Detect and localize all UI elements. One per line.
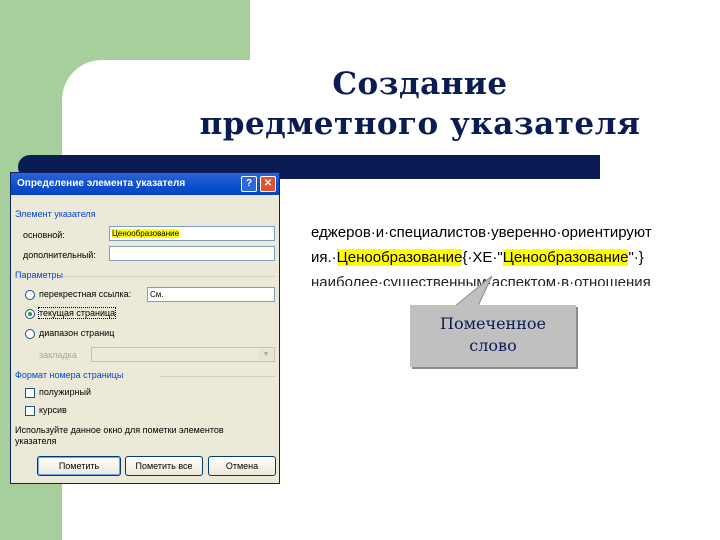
- xe-field-word: Ценообразование: [502, 249, 629, 266]
- current-page-label: текущая страница: [37, 307, 117, 319]
- bookmark-label: закладка: [39, 350, 77, 360]
- close-icon[interactable]: ✕: [260, 176, 276, 192]
- bold-checkbox[interactable]: [25, 388, 35, 398]
- mark-button[interactable]: Пометить: [37, 456, 121, 476]
- bold-label: полужирный: [39, 387, 92, 397]
- dialog-hint: Используйте данное окно для пометки элем…: [15, 425, 224, 446]
- main-entry-value: Ценообразование: [112, 229, 180, 238]
- doc-line-2: ия.·Ценообразование{·XE·"Ценообразование…: [311, 249, 644, 266]
- mark-all-button[interactable]: Пометить все: [125, 456, 203, 476]
- subentry-input[interactable]: [109, 246, 275, 261]
- cross-reference-input[interactable]: См.: [147, 287, 275, 302]
- cross-reference-radio[interactable]: [25, 290, 35, 300]
- xe-field-close: "·}: [628, 249, 644, 266]
- document-fragment: еджеров·и·специалистов·уверенно·ориентир…: [311, 216, 684, 286]
- current-page-radio[interactable]: [25, 309, 35, 319]
- main-entry-label: основной:: [23, 230, 65, 240]
- subentry-label: дополнительный:: [23, 250, 96, 260]
- title-line-2: предметного указателя: [199, 106, 641, 142]
- group-label-element: Элемент указателя: [15, 209, 96, 219]
- callout-line-1: Помеченное: [440, 314, 546, 333]
- doc-line-2-start: ия.·: [311, 249, 337, 266]
- slide-title: Создание предметного указателя: [120, 64, 720, 144]
- bookmark-dropdown[interactable]: ▼: [91, 347, 275, 362]
- dialog-titlebar[interactable]: Определение элемента указателя ? ✕: [11, 173, 279, 195]
- marked-word: Ценообразование: [336, 249, 463, 266]
- cancel-button[interactable]: Отмена: [208, 456, 276, 476]
- question-mark-icon[interactable]: ?: [241, 176, 257, 192]
- chevron-down-icon: ▼: [259, 349, 273, 360]
- main-entry-input[interactable]: Ценообразование: [109, 226, 275, 241]
- xe-field-open: {·XE·": [462, 249, 503, 266]
- params-divider: [63, 276, 275, 277]
- group-label-format: Формат номера страницы: [15, 370, 124, 380]
- page-range-label: диапазон страниц: [39, 328, 115, 338]
- title-line-1: Создание: [332, 66, 508, 102]
- doc-line-3: наиболее·существенным·аспектом·в·отношен…: [311, 274, 651, 286]
- dialog-title: Определение элемента указателя: [17, 178, 186, 189]
- cross-reference-label: перекрестная ссылка:: [39, 289, 132, 299]
- mark-index-entry-dialog: Определение элемента указателя ? ✕ Элеме…: [10, 172, 280, 484]
- marked-word-callout: Помеченное слово: [410, 305, 576, 367]
- doc-line-1: еджеров·и·специалистов·уверенно·ориентир…: [311, 224, 652, 241]
- page-range-radio[interactable]: [25, 329, 35, 339]
- group-label-params: Параметры: [15, 270, 63, 280]
- cross-reference-value: См.: [150, 290, 164, 299]
- callout-line-2: слово: [469, 336, 517, 355]
- italic-checkbox[interactable]: [25, 406, 35, 416]
- format-divider: [159, 376, 275, 377]
- italic-label: курсив: [39, 405, 67, 415]
